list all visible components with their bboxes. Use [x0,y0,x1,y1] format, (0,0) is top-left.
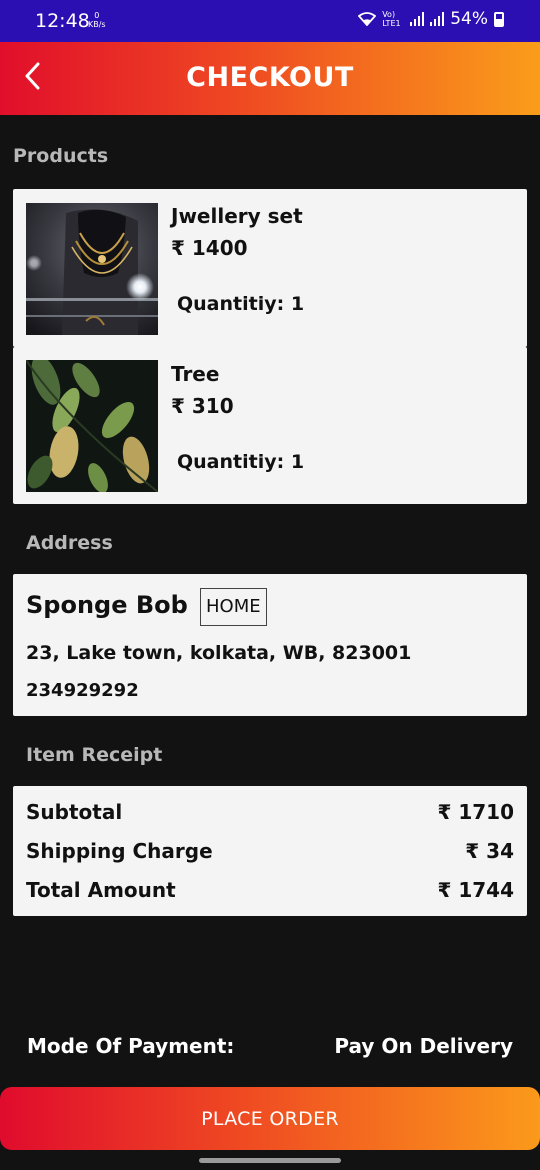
status-bar: 12:48 0 KB/s Vo) LTE1 54% [0,0,540,42]
network-speed-value: 0 [94,11,100,20]
address-name: Sponge Bob [26,591,188,619]
address-card[interactable]: Sponge Bob HOME 23, Lake town, kolkata, … [13,574,527,716]
receipt-card: Subtotal ₹ 1710 Shipping Charge ₹ 34 Tot… [13,786,527,916]
product-price: ₹ 1400 [171,236,248,260]
network-speed-unit: KB/s [88,20,106,29]
product-quantity: Quantitiy: 1 [177,451,305,473]
product-card[interactable]: Jwellery set ₹ 1400 Quantitiy: 1 [13,189,527,347]
app-bar: CHECKOUT [0,42,540,115]
product-price: ₹ 310 [171,394,234,418]
network-speed: 0 KB/s [88,11,106,29]
products-section-label: Products [13,145,109,167]
status-time: 12:48 [35,10,90,32]
product-card[interactable]: Tree ₹ 310 Quantitiy: 1 [13,347,527,504]
place-order-button[interactable]: PLACE ORDER [0,1087,540,1150]
receipt-value: ₹ 1710 [437,800,514,824]
receipt-label: Total Amount [26,878,176,902]
leaves-photo [26,360,158,492]
receipt-section-label: Item Receipt [26,744,163,766]
receipt-row-subtotal: Subtotal ₹ 1710 [26,797,514,827]
receipt-row-total: Total Amount ₹ 1744 [26,875,514,905]
status-icons: Vo) LTE1 54% [358,9,504,29]
receipt-value: ₹ 34 [465,839,514,863]
payment-mode-label: Mode Of Payment: [27,1034,235,1058]
signal-icon-2 [430,12,445,26]
wifi-icon [358,12,377,26]
receipt-row-shipping: Shipping Charge ₹ 34 [26,836,514,866]
page-title: CHECKOUT [186,62,354,93]
product-name: Tree [171,362,220,386]
product-quantity: Quantitiy: 1 [177,293,305,315]
signal-icon-1 [410,12,425,26]
payment-mode-value[interactable]: Pay On Delivery [334,1034,513,1058]
product-name: Jwellery set [171,204,303,228]
product-thumbnail [26,203,158,335]
address-line: 23, Lake town, kolkata, WB, 823001 [26,642,412,664]
address-phone: 234929292 [26,680,139,701]
product-thumbnail [26,360,158,492]
payment-mode-row: Mode Of Payment: Pay On Delivery [27,1034,513,1058]
address-tag-badge: HOME [200,588,267,626]
battery-percent: 54% [450,9,488,29]
battery-icon [494,11,504,27]
receipt-value: ₹ 1744 [437,878,514,902]
address-section-label: Address [26,532,113,554]
home-indicator[interactable] [199,1158,341,1163]
receipt-label: Shipping Charge [26,839,213,863]
receipt-label: Subtotal [26,800,123,824]
jewellery-photo [26,203,158,335]
network-label: Vo) LTE1 [382,10,401,28]
